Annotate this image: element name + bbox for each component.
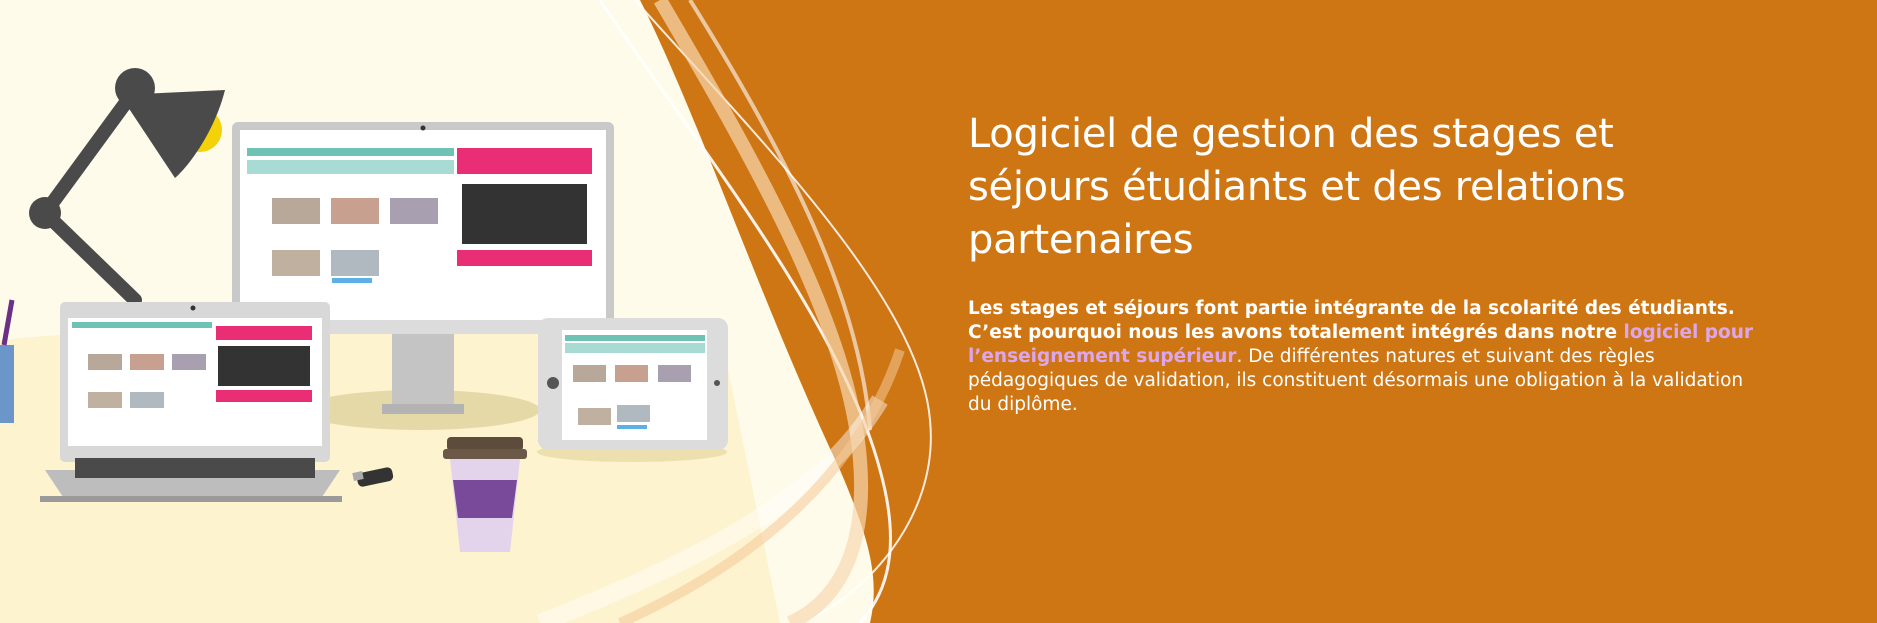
page-title: Logiciel de gestion des stages et séjour…: [968, 111, 1626, 263]
hero-description: Les stages et séjours font partie intégr…: [968, 297, 1758, 417]
hero-section: Logiciel de gestion des stages et séjour…: [0, 0, 1877, 623]
laptop: [40, 302, 342, 502]
hero-content: Logiciel de gestion des stages et séjour…: [968, 108, 1758, 417]
tablet: [537, 318, 728, 462]
description-bold-text: Les stages et séjours font partie intégr…: [968, 298, 1735, 343]
